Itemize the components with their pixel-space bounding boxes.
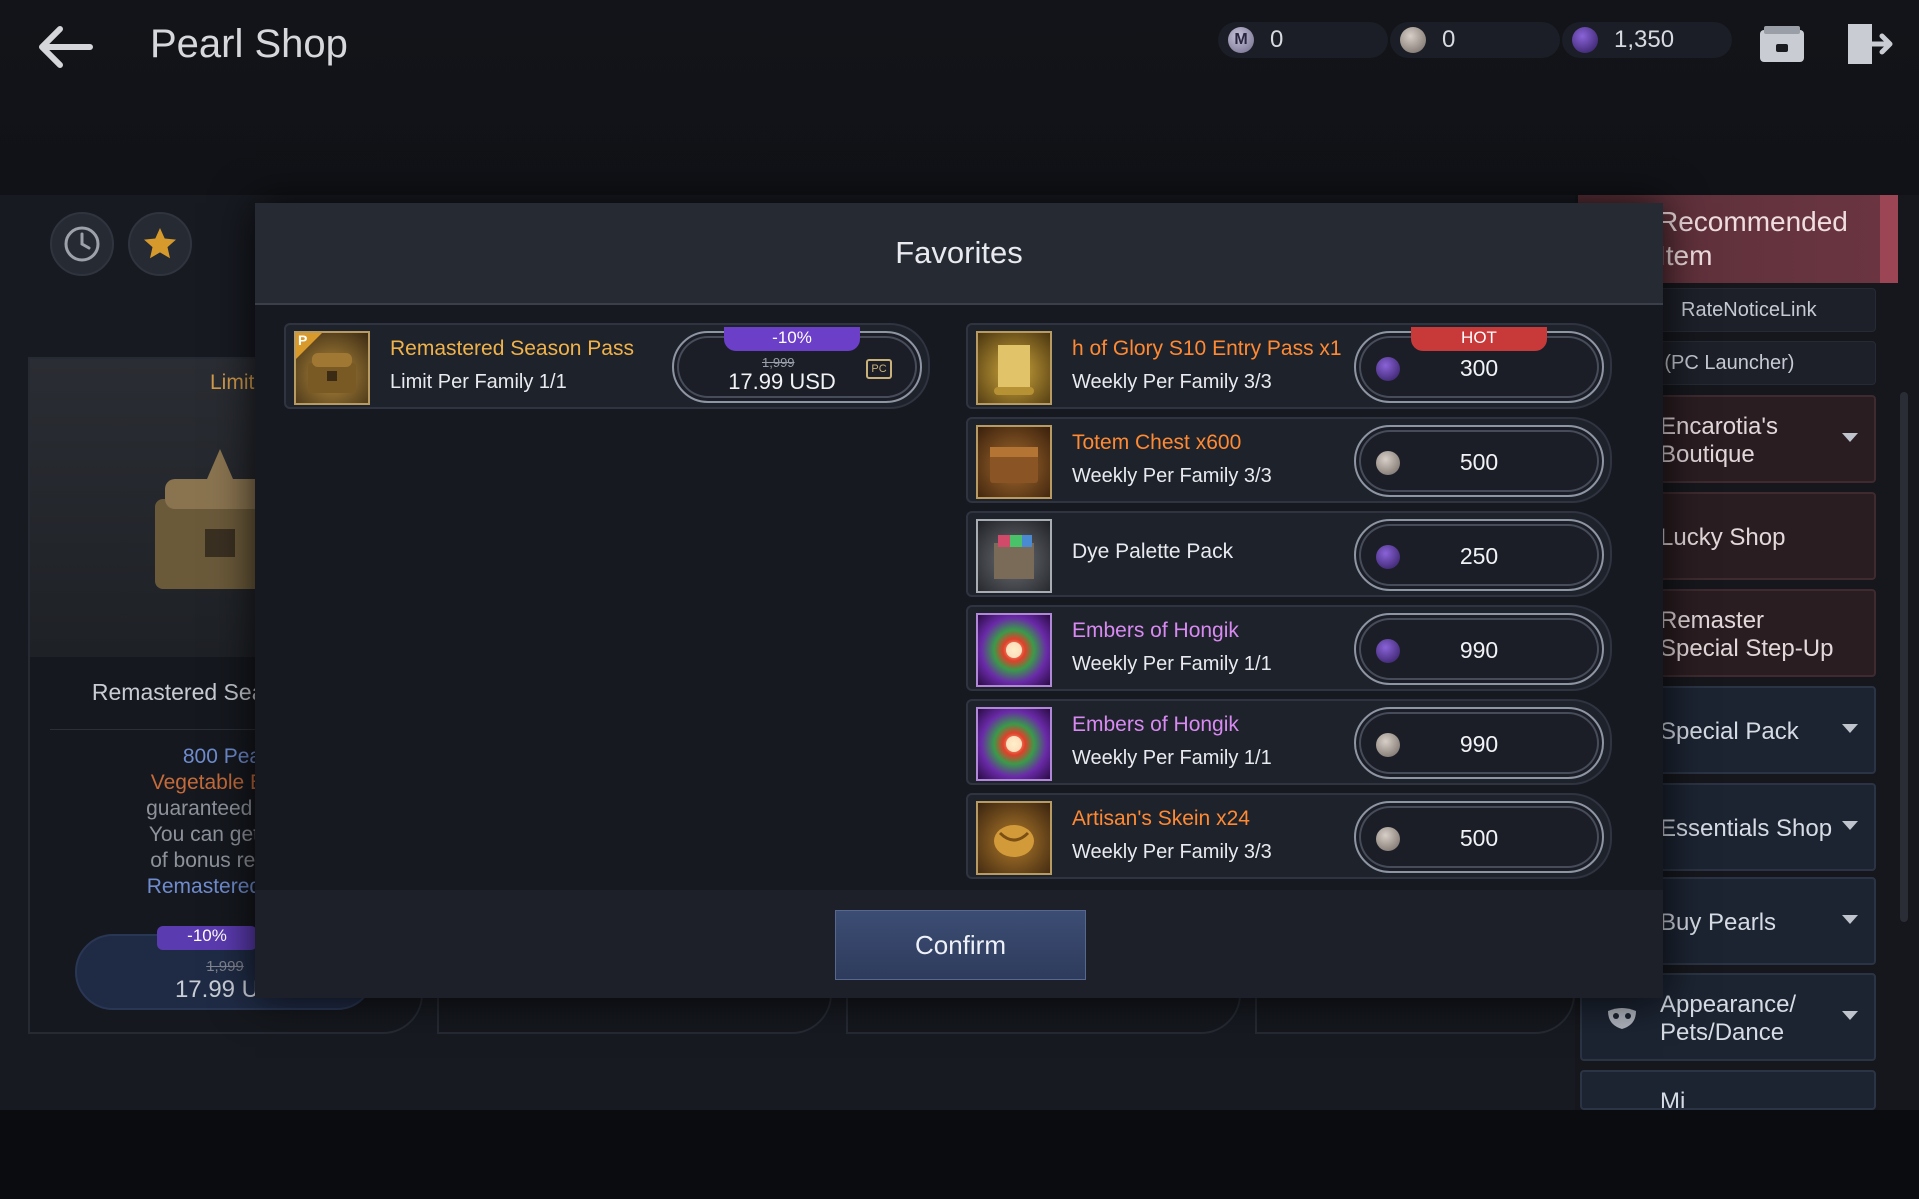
modal-title: Favorites: [895, 235, 1023, 270]
sidebar-item-label: Lucky Shop: [1660, 524, 1786, 551]
currency-mileage: M 0: [1218, 22, 1388, 58]
chevron-down-icon: [1842, 1011, 1858, 1020]
sidebar-item-label: Appearance/ Pets/Dance: [1660, 991, 1797, 1046]
buy-button[interactable]: 250: [1354, 519, 1604, 591]
item-name: Embers of Hongik: [1072, 619, 1239, 642]
item-name: Dye Palette Pack: [1072, 540, 1234, 563]
storage-button[interactable]: [1756, 20, 1808, 68]
item-thumbnail: [976, 613, 1052, 687]
item-limit: Weekly Per Family 3/3: [1072, 371, 1272, 393]
chest-icon: [990, 447, 1038, 483]
price: 300: [1459, 355, 1499, 381]
yarn-skein-icon: [994, 825, 1034, 857]
chevron-down-icon: [1842, 821, 1858, 830]
ember-orb-icon: [1006, 736, 1022, 752]
buy-button[interactable]: 990: [1354, 613, 1604, 685]
item-limit: Weekly Per Family 1/1: [1072, 747, 1272, 769]
price: 500: [1459, 825, 1499, 851]
link-label: RateNoticeLink: [1681, 299, 1817, 321]
favorite-item[interactable]: P Remastered Season Pass Limit Per Famil…: [284, 323, 930, 409]
buy-button[interactable]: 500: [1354, 801, 1604, 873]
dye-box-icon: [994, 535, 1034, 579]
sidebar-scrollbar[interactable]: [1900, 392, 1908, 922]
back-button[interactable]: [30, 20, 100, 75]
favorite-item[interactable]: Totem Chest x600 Weekly Per Family 3/3 5…: [966, 417, 1612, 503]
favorites-button[interactable]: [128, 212, 192, 276]
sidebar-item-label: Buy Pearls: [1660, 909, 1777, 936]
price: 500: [1459, 449, 1499, 475]
item-thumbnail: [976, 801, 1052, 875]
card-limit-label: Limit: [210, 371, 255, 394]
currency-value: 0: [1442, 26, 1456, 53]
buy-button[interactable]: 500: [1354, 425, 1604, 497]
mask-icon: [1608, 1008, 1636, 1029]
pc-badge: P: [296, 332, 322, 359]
modal-header: Favorites: [255, 203, 1663, 305]
confirm-button[interactable]: Confirm: [835, 910, 1086, 980]
bottom-bar: [0, 1110, 1919, 1199]
pc-platform-icon: PC: [866, 359, 892, 379]
price: 250: [1459, 543, 1499, 569]
ember-orb-icon: [1006, 642, 1022, 658]
arrow-left-icon: [39, 26, 93, 68]
sidebar-item-label: Recommended Item: [1658, 206, 1848, 271]
sidebar-item-label: Remaster Special Step-Up: [1660, 607, 1834, 662]
page-title: Pearl Shop: [150, 22, 348, 66]
badge-letter: P: [298, 332, 308, 348]
item-thumbnail: [976, 707, 1052, 781]
sidebar-item-misc[interactable]: Mi: [1580, 1070, 1876, 1110]
item-limit: Weekly Per Family 1/1: [1072, 653, 1272, 675]
chevron-down-icon: [1842, 724, 1858, 733]
exit-door-icon: [1848, 24, 1893, 64]
mileage-coin-icon: M: [1228, 27, 1254, 53]
item-name: Embers of Hongik: [1072, 713, 1239, 736]
item-limit: Weekly Per Family 3/3: [1072, 465, 1272, 487]
star-icon: [144, 228, 176, 259]
buy-button[interactable]: 990: [1354, 707, 1604, 779]
item-limit: Limit Per Family 1/1: [390, 371, 567, 393]
silver-pearl-icon: [1400, 27, 1426, 53]
favorite-item[interactable]: Embers of Hongik Weekly Per Family 1/1 9…: [966, 699, 1612, 785]
item-name: Remastered Season Pass: [390, 337, 634, 360]
item-name: Artisan's Skein x24: [1072, 807, 1250, 830]
item-name: h of Glory S10 Entry Pass x1: [1072, 337, 1342, 360]
violet-pearl-icon: [1572, 27, 1598, 53]
currency-value: 1,350: [1614, 26, 1675, 53]
price: 990: [1459, 637, 1499, 663]
buy-button[interactable]: -10% 1,999 17.99 USD PC: [672, 327, 922, 403]
chevron-down-icon: [1842, 433, 1858, 442]
sidebar-item-label: Encarotia's Boutique: [1660, 413, 1778, 468]
buy-button[interactable]: HOT 300: [1354, 327, 1604, 403]
item-thumbnail: P: [294, 331, 370, 405]
currency-violet-pearl: 1,350: [1562, 22, 1732, 58]
favorite-item[interactable]: h of Glory S10 Entry Pass x1 Weekly Per …: [966, 323, 1612, 409]
price: 990: [1459, 731, 1499, 757]
exit-button[interactable]: [1842, 20, 1894, 68]
recent-button[interactable]: [50, 212, 114, 276]
hot-badge: HOT: [1411, 327, 1547, 351]
favorites-modal: Favorites P Remastered Season Pass Limit…: [255, 203, 1663, 998]
top-bar: Pearl Shop M 0 0 1,350: [0, 0, 1919, 195]
sidebar-item-label: Special Pack: [1660, 718, 1799, 745]
favorite-item[interactable]: Dye Palette Pack 250: [966, 511, 1612, 597]
item-thumbnail: [976, 331, 1052, 405]
currency-value: 0: [1270, 26, 1284, 53]
scroll-icon: [994, 345, 1034, 395]
favorite-item[interactable]: Embers of Hongik Weekly Per Family 1/1 9…: [966, 605, 1612, 691]
sidebar-item-label: Mi: [1660, 1088, 1686, 1110]
item-thumbnail: [976, 519, 1052, 593]
storage-box-icon: [1760, 26, 1804, 62]
item-limit: Weekly Per Family 3/3: [1072, 841, 1272, 863]
clock-icon: [64, 226, 100, 262]
currency-silver-pearl: 0: [1390, 22, 1560, 58]
item-name: Totem Chest x600: [1072, 431, 1242, 454]
chevron-down-icon: [1842, 915, 1858, 924]
sidebar-item-label: Essentials Shop: [1660, 815, 1833, 842]
discount-badge: -10%: [157, 926, 257, 950]
favorite-item[interactable]: Artisan's Skein x24 Weekly Per Family 3/…: [966, 793, 1612, 879]
discount-badge: -10%: [724, 327, 860, 351]
item-thumbnail: [976, 425, 1052, 499]
